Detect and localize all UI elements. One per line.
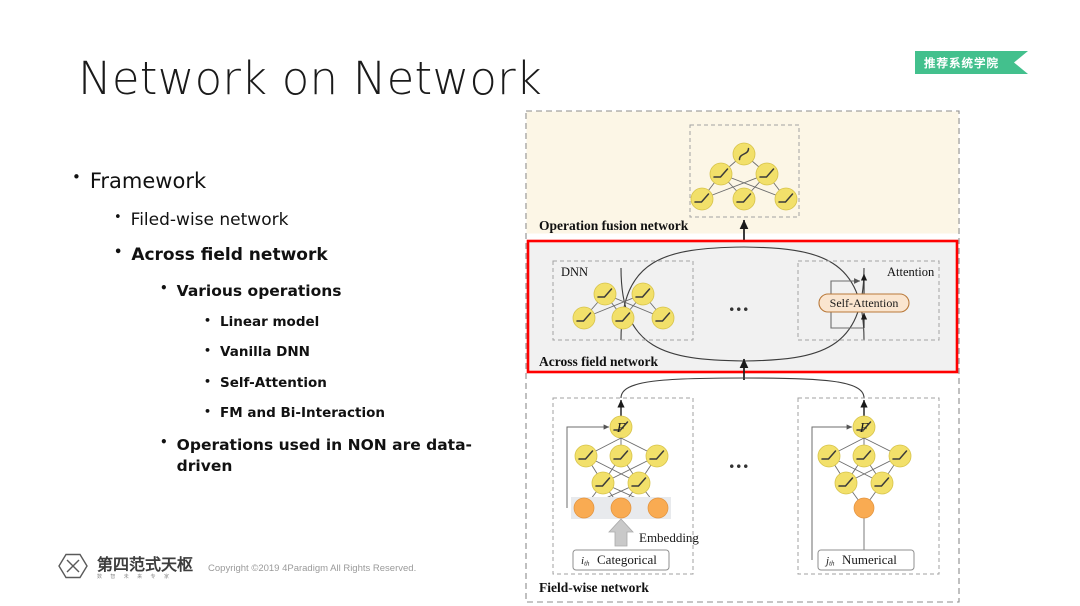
bullet-dot-icon: •: [204, 344, 212, 358]
dnn-box-label: DNN: [561, 265, 588, 279]
list-item-label: Self-Attention: [220, 374, 327, 391]
self-attention-label: Self-Attention: [830, 296, 899, 310]
bullet-dot-icon: •: [160, 280, 168, 295]
list-item-label: Operations used in NON are data-driven: [176, 436, 472, 475]
dnn-input-node: [572, 306, 596, 330]
list-item-label: Linear model: [220, 314, 320, 331]
hexagon-x-logo-icon: [58, 553, 88, 584]
list-item: • Linear model: [204, 314, 502, 332]
embedding-node: [610, 497, 632, 519]
dnn-hidden-node: [593, 282, 617, 306]
categorical-hidden-node: [591, 471, 615, 495]
embedding-label: Embedding: [639, 530, 699, 545]
list-item: • Various operations: [160, 281, 502, 301]
fusion-hidden-node: [709, 162, 733, 186]
bullet-dot-icon: •: [204, 314, 212, 328]
page-title: Network on Network: [78, 52, 543, 105]
categorical-hidden-node: [627, 471, 651, 495]
list-item: • Framework: [72, 168, 502, 196]
fusion-input-node: [690, 187, 714, 211]
numerical-value-node: [853, 497, 875, 519]
fusion-input-node: [774, 187, 798, 211]
list-item-label: Framework: [89, 169, 207, 193]
list-item-label: Across field network: [131, 245, 328, 266]
field-wise-label: Field-wise network: [539, 580, 649, 595]
bullet-dot-icon: •: [204, 404, 212, 418]
brand-name-cn: 第四范式天枢: [97, 555, 194, 574]
bullet-list: • Framework • Filed-wise network • Acros…: [72, 168, 502, 480]
bullet-dot-icon: •: [160, 435, 168, 450]
list-item: • Operations used in NON are data-driven: [160, 435, 490, 476]
list-item: • Vanilla DNN: [204, 344, 502, 362]
list-item-label: Various operations: [176, 281, 342, 300]
field-wise-ellipsis: ...: [729, 448, 750, 473]
list-item-label: Filed-wise network: [130, 209, 289, 230]
bullet-dot-icon: •: [114, 245, 123, 261]
fusion-output-node: [732, 142, 756, 166]
dnn-input-node: [611, 306, 635, 330]
list-item: • FM and Bi-Interaction: [204, 405, 502, 423]
categorical-hidden-node: [574, 444, 598, 468]
bullet-dot-icon: •: [114, 209, 122, 225]
attention-box-label: Attention: [887, 265, 935, 279]
embedding-node: [647, 497, 669, 519]
numerical-hidden-node: [888, 444, 912, 468]
categorical-hidden-node: [609, 444, 633, 468]
numerical-hidden-node: [834, 471, 858, 495]
architecture-diagram: Operation fusion network DNN ... Attenti…: [515, 108, 980, 606]
bullet-dot-icon: •: [72, 168, 81, 186]
course-badge: 推荐系统学院: [915, 51, 1028, 74]
numerical-hidden-node: [817, 444, 841, 468]
embedding-node: [573, 497, 595, 519]
numerical-fusion-node-label: F: [859, 421, 869, 436]
operation-fusion-band: [526, 111, 959, 234]
embedding-arrow-icon: [608, 518, 634, 547]
brand-tagline: 数 智 未 来 专 家: [97, 574, 173, 580]
dnn-hidden-node: [631, 282, 655, 306]
numerical-hidden-node: [870, 471, 894, 495]
dnn-input-node: [651, 306, 675, 330]
operation-fusion-label: Operation fusion network: [539, 218, 689, 233]
numerical-hidden-node: [852, 444, 876, 468]
footer: 第四范式天枢 数 智 未 来 专 家 Copyright ©2019 4Para…: [58, 553, 416, 584]
badge-label: 推荐系统学院: [924, 55, 999, 70]
fusion-input-node: [732, 187, 756, 211]
bullet-dot-icon: •: [204, 374, 212, 388]
list-item-label: FM and Bi-Interaction: [220, 404, 385, 421]
numerical-input-label: Numerical: [842, 552, 897, 567]
brand-name: 第四范式天枢 数 智 未 来 专 家: [97, 557, 193, 580]
fusion-hidden-node: [755, 162, 779, 186]
across-field-ellipsis: ...: [729, 291, 750, 316]
list-item: • Self-Attention: [204, 375, 502, 393]
categorical-hidden-node: [645, 444, 669, 468]
categorical-fusion-node-label: F: [616, 421, 626, 436]
list-item: • Filed-wise network: [114, 209, 502, 231]
copyright-text: Copyright ©2019 4Paradigm All Rights Res…: [208, 563, 417, 574]
categorical-input-label: Categorical: [597, 552, 657, 567]
list-item: • Across field network: [114, 244, 502, 266]
list-item-label: Vanilla DNN: [220, 344, 310, 361]
across-field-label: Across field network: [539, 354, 658, 369]
